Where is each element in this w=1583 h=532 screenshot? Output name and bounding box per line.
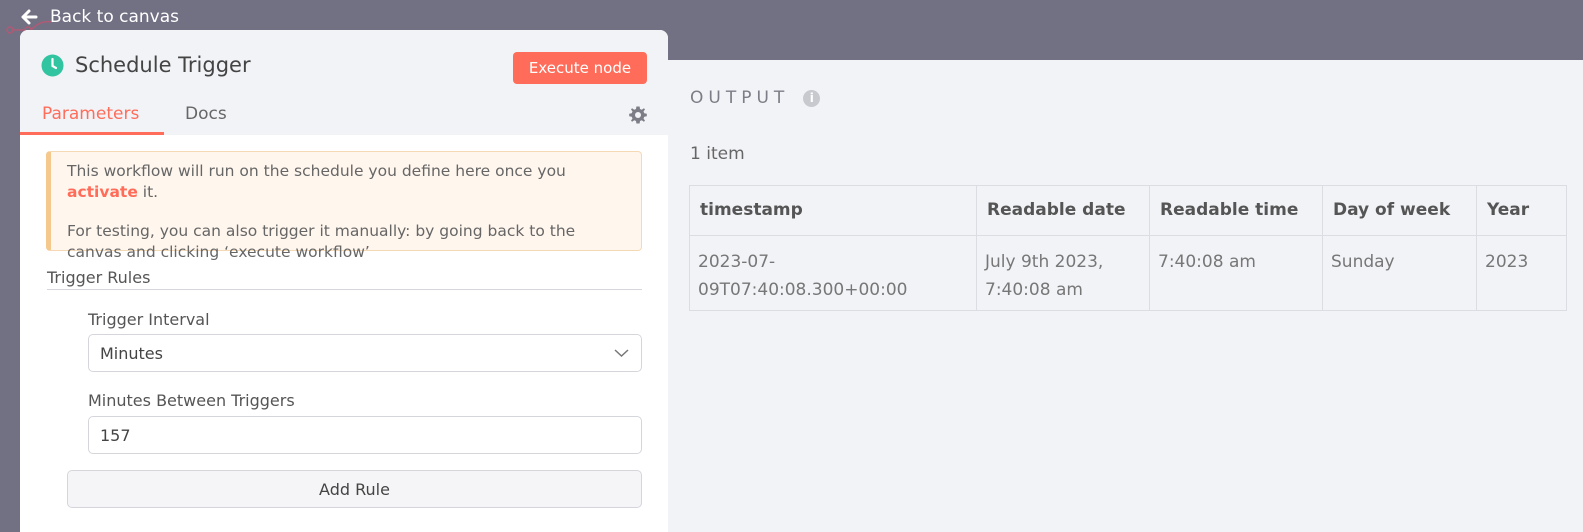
- output-header: OUTPUT i: [690, 88, 821, 108]
- node-title: Schedule Trigger: [75, 53, 251, 77]
- clock-icon: [41, 54, 64, 77]
- table-cell: July 9th 2023, 7:40:08 am: [976, 235, 1150, 311]
- table-cell: 2023-07-09T07:40:08.300+00:00: [689, 235, 977, 311]
- table-cell: 7:40:08 am: [1149, 235, 1323, 311]
- tab-parameters[interactable]: Parameters: [42, 104, 139, 124]
- output-title: OUTPUT: [690, 88, 790, 108]
- column-header: Readable time: [1149, 185, 1323, 236]
- table-header-row: timestamp Readable date Readable time Da…: [689, 185, 1567, 236]
- output-table: timestamp Readable date Readable time Da…: [689, 185, 1567, 311]
- execute-node-button[interactable]: Execute node: [513, 52, 647, 84]
- trigger-interval-label: Trigger Interval: [88, 310, 210, 329]
- trigger-rules-heading: Trigger Rules: [47, 268, 642, 290]
- info-icon[interactable]: i: [803, 89, 821, 107]
- column-header: Readable date: [976, 185, 1150, 236]
- back-label: Back to canvas: [50, 7, 180, 27]
- column-header: Day of week: [1322, 185, 1477, 236]
- item-count: 1 item: [690, 144, 745, 164]
- activation-notice: This workflow will run on the schedule y…: [46, 151, 642, 261]
- table-row: 2023-07-09T07:40:08.300+00:00 July 9th 2…: [689, 235, 1567, 311]
- minutes-between-triggers-input[interactable]: [88, 416, 642, 454]
- notice-text: it.: [137, 183, 159, 201]
- panel-header: Schedule Trigger Execute node Parameters…: [20, 30, 668, 135]
- output-panel: OUTPUT i 1 item timestamp Readable date …: [668, 60, 1583, 532]
- table-cell: Sunday: [1322, 235, 1477, 311]
- column-header: Year: [1476, 185, 1567, 236]
- activate-link[interactable]: activate: [67, 183, 138, 201]
- table-cell: 2023: [1476, 235, 1567, 311]
- column-header: timestamp: [689, 185, 977, 236]
- notice-text: This workflow will run on the schedule y…: [67, 162, 566, 180]
- tab-docs[interactable]: Docs: [185, 104, 227, 124]
- arrow-left-icon: [21, 9, 38, 25]
- node-settings-panel: Schedule Trigger Execute node Parameters…: [20, 30, 668, 532]
- back-to-canvas-link[interactable]: Back to canvas: [18, 4, 179, 30]
- minutes-between-triggers-label: Minutes Between Triggers: [88, 391, 295, 410]
- chevron-down-icon: [614, 349, 629, 358]
- add-rule-button[interactable]: Add Rule: [67, 470, 642, 508]
- active-tab-indicator: [20, 132, 164, 135]
- trigger-interval-value: Minutes: [100, 344, 163, 363]
- notice-line-1: This workflow will run on the schedule y…: [67, 161, 625, 203]
- trigger-interval-select[interactable]: Minutes: [88, 334, 642, 372]
- gear-icon[interactable]: [628, 105, 648, 125]
- notice-line-2: For testing, you can also trigger it man…: [67, 222, 576, 261]
